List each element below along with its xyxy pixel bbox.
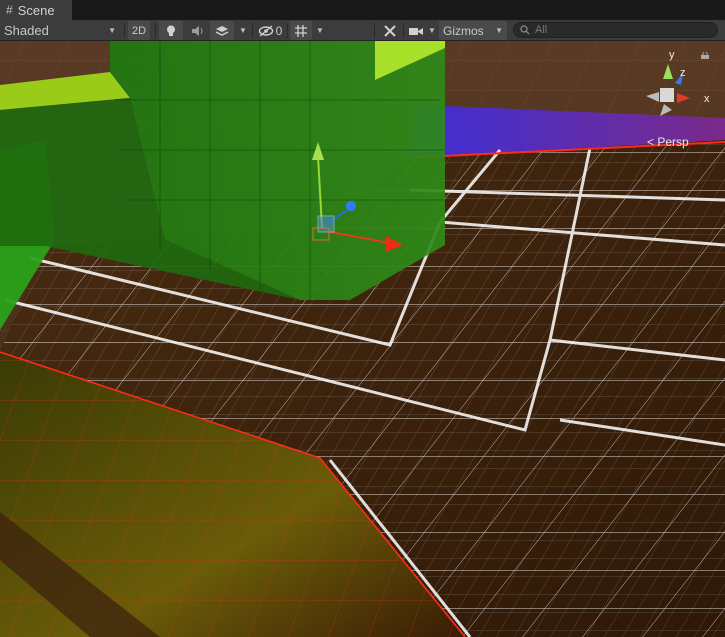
divider [252,23,253,38]
layers-icon [215,25,229,36]
scene-tab-label: Scene [17,2,55,18]
hidden-count: 0 [275,23,283,38]
camera-icon [409,27,423,35]
audio-toggle-button[interactable] [186,21,208,40]
divider [124,23,125,38]
projection-label: Persp [657,135,689,149]
plane-handle[interactable] [317,215,335,233]
scene-viewport[interactable]: y x z [0,41,725,637]
z-axis-cap-icon[interactable] [346,201,356,211]
gizmos-label: Gizmos [443,23,484,38]
chevron-down-icon: ▼ [239,26,247,35]
speaker-icon [192,25,203,36]
scene-grid-icon: # [6,3,13,17]
draw-mode-dropdown[interactable]: Shaded ▼ [2,21,120,40]
chevron-down-icon: ▼ [428,26,436,35]
chevron-down-icon: ▼ [316,26,324,35]
chevron-down-icon: ▼ [495,26,503,35]
lock-icon[interactable] [701,52,709,59]
camera-button[interactable] [406,21,426,40]
grid-icon [295,24,307,37]
tab-bar: # Scene [0,0,725,20]
divider [374,23,375,38]
chevron-down-icon: ▼ [108,26,116,35]
2d-toggle-button[interactable]: 2D [128,21,150,40]
divider [287,23,288,38]
effects-toggle-button[interactable] [210,21,234,40]
x-axis-label: x [704,93,710,105]
projection-toggle[interactable]: < Persp [647,135,689,149]
lighting-toggle-button[interactable] [159,21,183,40]
center-cube-icon[interactable] [660,88,674,102]
2d-label: 2D [131,24,147,37]
wrench-icon [384,24,396,37]
gizmos-dropdown[interactable]: Gizmos ▼ [439,21,507,40]
tools-button[interactable] [378,21,402,40]
scene-tab[interactable]: # Scene [0,0,72,20]
search-icon [520,25,530,35]
divider [403,23,404,38]
hidden-objects-toggle[interactable]: 0 [255,21,285,40]
persp-chevron-icon: < [647,135,655,149]
scene-render: y x z [0,41,725,637]
eye-slash-icon [258,24,273,37]
grid-dropdown[interactable]: ▼ [313,21,327,40]
camera-dropdown[interactable]: ▼ [426,21,438,40]
effects-dropdown[interactable]: ▼ [236,21,250,40]
lightbulb-icon [167,25,175,36]
divider [155,23,156,38]
z-axis-label: z [680,67,686,79]
search-input[interactable]: All [513,22,718,38]
draw-mode-label: Shaded [4,23,49,38]
search-placeholder: All [535,24,548,36]
grid-toggle-button[interactable] [290,21,312,40]
y-axis-label: y [669,49,675,61]
